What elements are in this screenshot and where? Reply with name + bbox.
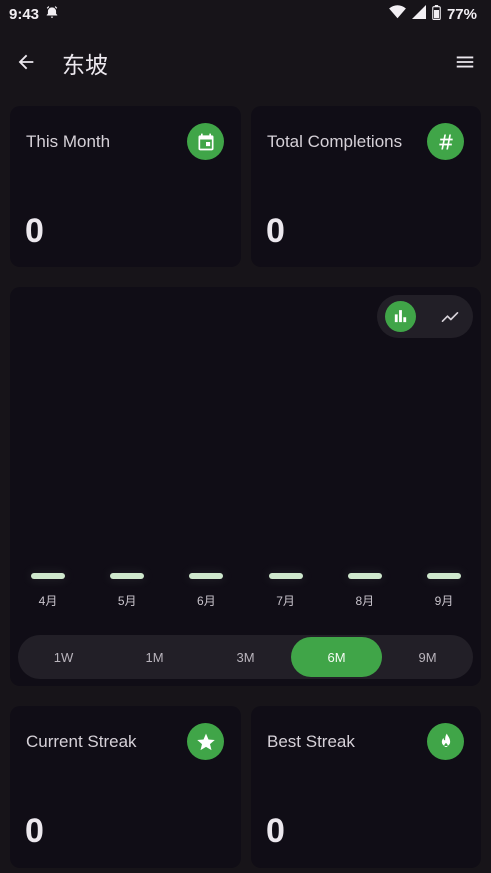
chart-bar-column: 5月 [107,573,147,609]
bar-chart-icon [394,310,407,323]
current-streak-card: Current Streak 0 [10,706,241,868]
total-completions-card: Total Completions 0 [251,106,481,267]
range-option-3m[interactable]: 3M [200,637,291,677]
line-chart-icon [441,311,458,322]
calendar-icon [187,123,224,160]
best-streak-label: Best Streak [267,732,355,751]
menu-icon [456,56,474,68]
this-month-label: This Month [26,132,111,151]
best-streak-card: Best Streak 0 [251,706,481,868]
star-icon [187,723,224,760]
chart-x-tick-label: 8月 [355,594,375,608]
wifi-icon [389,5,406,23]
line-view-button[interactable] [434,301,465,332]
fire-icon [427,723,464,760]
total-completions-label: Total Completions [267,132,403,151]
this-month-card: This Month 0 [10,106,241,267]
menu-button[interactable] [451,48,479,76]
chart-x-tick-label: 4月 [38,594,58,608]
best-streak-value: 0 [266,812,285,850]
chart-bar [347,573,382,579]
this-month-value: 0 [25,212,44,250]
hashtag-icon [427,123,464,160]
range-option-6m[interactable]: 6M [291,637,382,677]
alarm-icon [45,5,59,23]
chart-bar-column: 9月 [424,573,464,609]
chart-x-tick-label: 7月 [276,594,295,608]
arrow-back-icon [18,54,34,70]
battery-icon [432,4,441,24]
status-time: 9:43 [9,5,40,23]
range-option-1w[interactable]: 1W [18,637,109,677]
chart-bar [189,573,224,579]
chart-bar-column: 6月 [186,573,226,609]
total-completions-value: 0 [266,212,285,250]
chart-bar [110,573,145,579]
chart-view-toggle [377,295,473,338]
chart-bar [268,573,303,579]
bar-view-button[interactable] [385,301,416,332]
chart-x-tick-label: 5月 [117,594,137,608]
back-button[interactable] [12,48,40,76]
chart-bar-column: 4月 [28,573,68,609]
chart-bar [31,573,65,579]
range-option-9m[interactable]: 9M [382,637,473,677]
chart-x-tick-label: 9月 [434,594,454,608]
signal-icon [411,5,426,23]
chart-bar-column: 7月 [266,573,306,609]
battery-level: 77% [446,5,477,23]
chart-x-tick-label: 6月 [197,594,216,608]
history-chart-card: 4月 5月 6月 7月 8月 9月 1W 1M 3M 6M 9M [10,287,481,686]
status-bar: 9:43 77% [0,0,491,28]
chart-bar [427,573,461,579]
current-streak-value: 0 [25,812,44,850]
time-range-selector: 1W 1M 3M 6M 9M [18,635,473,679]
chart-bar-column: 8月 [345,573,385,609]
page-title: 东坡 [62,53,108,79]
current-streak-label: Current Streak [26,732,137,751]
range-option-1m[interactable]: 1M [109,637,200,677]
app-bar: 东坡 [0,36,491,88]
